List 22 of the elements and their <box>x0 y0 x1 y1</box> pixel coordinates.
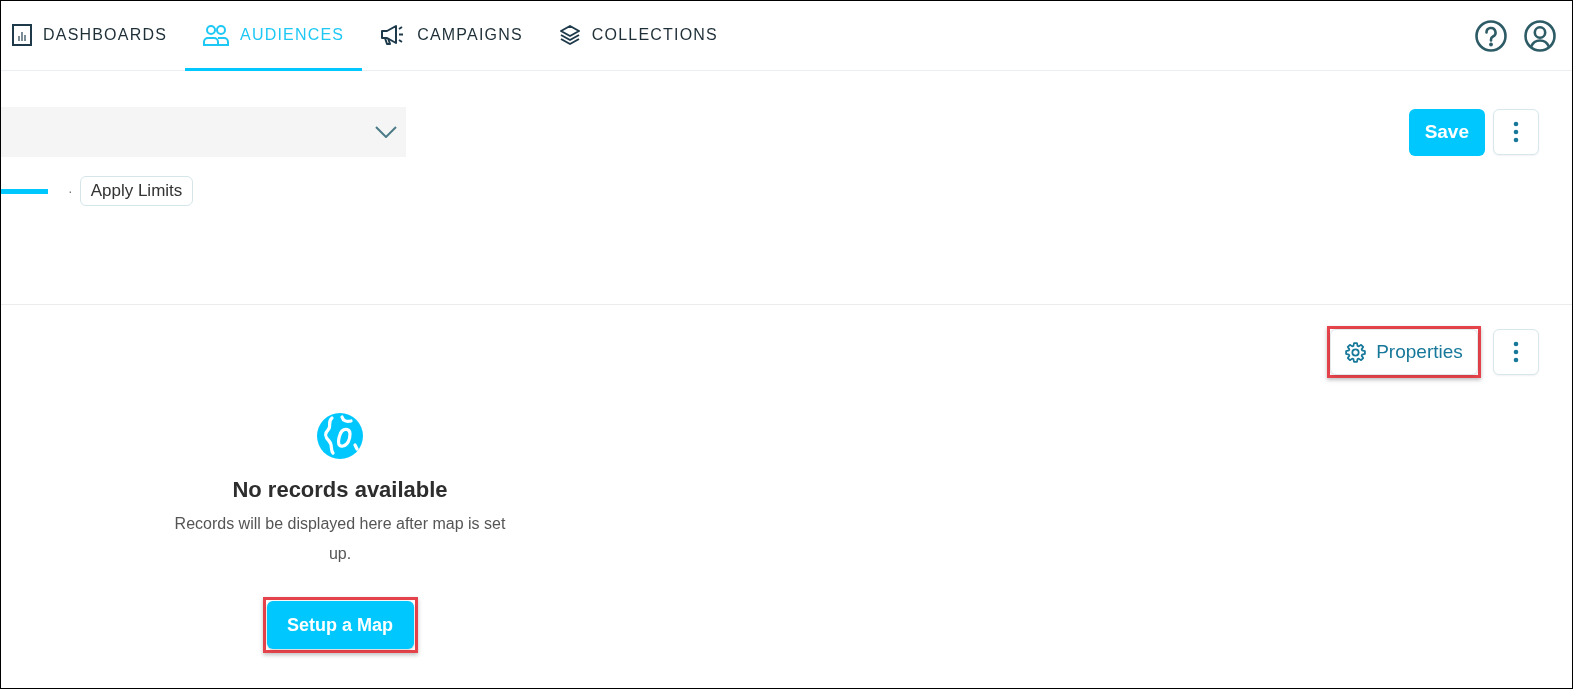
nav-tab[interactable]: CAMPAIGNS <box>362 1 541 71</box>
more-options-button[interactable] <box>1493 329 1539 375</box>
accent-bar <box>1 188 48 194</box>
more-options-button[interactable] <box>1493 109 1539 155</box>
users-icon <box>203 23 230 46</box>
nav-tab[interactable]: COLLECTIONS <box>540 1 736 71</box>
properties-button[interactable]: Properties <box>1330 329 1478 375</box>
separator: · <box>68 181 73 201</box>
settings-icon <box>1345 341 1367 363</box>
more-icon <box>1513 121 1519 143</box>
layers-icon <box>558 23 581 46</box>
bar-chart-icon <box>12 23 32 46</box>
globe-icon <box>317 413 363 459</box>
select-field[interactable] <box>1 107 406 157</box>
filter-chip[interactable]: Apply Limits <box>79 176 194 206</box>
empty-state-message: Records will be displayed here after map is set up. <box>173 514 507 564</box>
user-account-icon[interactable] <box>1524 19 1556 52</box>
more-icon <box>1513 341 1519 363</box>
nav-tab[interactable]: DASHBOARDS <box>1 1 186 71</box>
help-icon[interactable] <box>1475 19 1507 52</box>
empty-state-title: No records available <box>232 476 448 504</box>
chevron-down-icon <box>375 126 397 138</box>
